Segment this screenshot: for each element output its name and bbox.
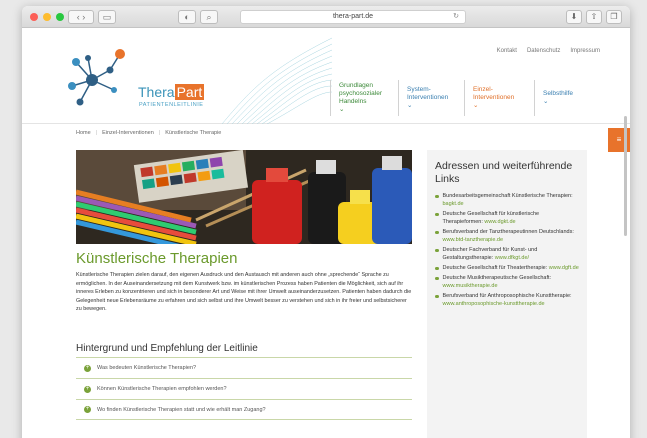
org-link[interactable]: www.musiktherapie.de (443, 283, 498, 289)
nav-item-grundlagen[interactable]: Grundlagen psychosozialer Handelns ⌄ (330, 80, 398, 116)
search-icon[interactable]: ⌕ (200, 10, 218, 24)
org-link[interactable]: www.dfkgt.de/ (495, 255, 529, 261)
minimize-window-button[interactable] (43, 13, 51, 21)
meta-link-impressum[interactable]: Impressum (570, 48, 600, 54)
nav-item-einzel-interventionen[interactable]: Einzel-Interventionen ⌄ (464, 80, 534, 116)
share-icon[interactable]: ⇧ (586, 10, 602, 24)
section-heading: Hintergrund und Empfehlung der Leitlinie (76, 343, 258, 354)
site-header: Thera Part PATIENTENLEITLINIE Kontakt Dat… (22, 28, 630, 124)
page-title: Künstlerische Therapien (76, 250, 238, 267)
bullet-icon (435, 294, 439, 298)
art-supplies-image (76, 150, 412, 244)
list-item: Bundesarbeitsgemeinschaft Künstlerische … (435, 192, 579, 208)
brand-name[interactable]: Thera Part (138, 84, 205, 100)
breadcrumb-separator: | (158, 130, 161, 136)
bullet-icon (435, 276, 439, 280)
shield-icon[interactable]: ◐ (178, 10, 196, 24)
page-scrollbar[interactable] (624, 116, 627, 236)
back-forward-button[interactable]: ‹ › (68, 10, 94, 24)
breadcrumb-current: Künstlerische Therapie (165, 130, 222, 136)
org-name: Bundesarbeitsgemeinschaft Künstlerische … (442, 193, 573, 199)
chevron-down-icon: ⌄ (407, 102, 413, 109)
faq-item[interactable]: + Wo finden Künstlerische Therapien stat… (76, 399, 412, 420)
zoom-window-button[interactable] (56, 13, 64, 21)
window-controls (30, 13, 64, 21)
bullet-icon (435, 194, 439, 198)
sidebar-toggle-icon[interactable]: ▭ (98, 10, 116, 24)
chevron-down-icon: ⌄ (543, 98, 549, 105)
org-link[interactable]: www.anthroposophische-kunsttherapie.de (443, 301, 545, 307)
breadcrumb-separator: | (95, 130, 98, 136)
breadcrumb-home[interactable]: Home (76, 130, 91, 136)
org-name: Berufsverband der Tanztherapeutinnen Deu… (442, 229, 574, 235)
list-item: Deutsche Gesellschaft für Theatertherapi… (435, 264, 579, 272)
bullet-icon (435, 212, 439, 216)
expand-icon: + (84, 385, 91, 393)
brand-prefix: Thera (138, 84, 175, 100)
breadcrumb: Home | Einzel-Interventionen | Künstleri… (76, 130, 221, 136)
browser-toolbar: ‹ › ▭ ◐ ⌕ thera-part.de ↻ ⬇ ⇧ ❐ (22, 6, 630, 28)
close-window-button[interactable] (30, 13, 38, 21)
org-link[interactable]: www.dgkt.de (484, 219, 515, 225)
list-item: Berufsverband der Tanztherapeutinnen Deu… (435, 228, 579, 244)
faq-item[interactable]: + Was bedeuten Künstlerische Therapien? (76, 357, 412, 378)
org-link[interactable]: bagkt.de (443, 201, 464, 207)
nav-label: Einzel-Interventionen (473, 86, 515, 101)
meta-navigation: Kontakt Datenschutz Impressum (497, 48, 600, 54)
bullet-icon (435, 230, 439, 234)
bullet-icon (435, 266, 439, 270)
intro-paragraph: Künstlerische Therapien zielen darauf, d… (76, 272, 412, 312)
main-navigation: Grundlagen psychosozialer Handelns ⌄ Syst… (330, 80, 594, 116)
nav-item-selbsthilfe[interactable]: Selbsthilfe ⌄ (534, 80, 594, 116)
decorative-waves (222, 37, 332, 124)
nav-label: Grundlagen psychosozialer Handelns (339, 82, 382, 105)
nav-item-system-interventionen[interactable]: System-Interventionen ⌄ (398, 80, 464, 116)
tabs-icon[interactable]: ❐ (606, 10, 622, 24)
breadcrumb-einzel-interventionen[interactable]: Einzel-Interventionen (102, 130, 154, 136)
expand-icon: + (84, 406, 91, 413)
meta-link-datenschutz[interactable]: Datenschutz (527, 48, 560, 54)
nav-label: Selbsthilfe (543, 90, 573, 97)
url-text: thera-part.de (332, 13, 374, 20)
org-link[interactable]: www.btd-tanztherapie.de (443, 237, 504, 243)
faq-item[interactable]: + Können Künstlerische Therapien empfohl… (76, 378, 412, 399)
nav-label: System-Interventionen (407, 86, 449, 101)
brand-tagline: PATIENTENLEITLINIE (139, 102, 204, 108)
links-sidebar: Adressen und weiterführende Links Bundes… (427, 150, 587, 438)
faq-accordion: + Was bedeuten Künstlerische Therapien? … (76, 357, 412, 420)
expand-icon: + (84, 364, 91, 372)
bullet-icon (435, 248, 439, 252)
org-name: Deutsche Musiktherapeutische Gesellschaf… (442, 275, 552, 281)
brand-suffix: Part (174, 84, 205, 100)
list-item: Deutscher Fachverband für Kunst- und Ges… (435, 246, 579, 262)
sidebar-title: Adressen und weiterführende Links (435, 160, 573, 185)
browser-window: ‹ › ▭ ◐ ⌕ thera-part.de ↻ ⬇ ⇧ ❐ Thera Pa… (22, 6, 630, 438)
list-item: Deutsche Musiktherapeutische Gesellschaf… (435, 274, 579, 290)
list-item: Deutsche Gesellschaft für künstlerische … (435, 210, 579, 226)
org-name: Deutsche Gesellschaft für Theatertherapi… (442, 265, 548, 271)
meta-link-kontakt[interactable]: Kontakt (497, 48, 517, 54)
list-item: Berufsverband für Anthroposophische Kuns… (435, 292, 579, 308)
faq-question: Was bedeuten Künstlerische Therapien? (97, 365, 197, 371)
chevron-down-icon: ⌄ (339, 106, 345, 113)
address-bar[interactable]: thera-part.de ↻ (240, 10, 466, 24)
download-icon[interactable]: ⬇ (566, 10, 582, 24)
reload-icon[interactable]: ↻ (453, 11, 459, 23)
browser-actions: ⬇ ⇧ ❐ (566, 10, 622, 24)
org-link[interactable]: www.dgft.de (549, 265, 579, 271)
links-list: Bundesarbeitsgemeinschaft Künstlerische … (435, 192, 579, 308)
chevron-down-icon: ⌄ (473, 102, 479, 109)
faq-question: Wo finden Künstlerische Therapien statt … (97, 406, 266, 413)
org-name: Berufsverband für Anthroposophische Kuns… (442, 293, 572, 299)
faq-question: Können Künstlerische Therapien empfohlen… (97, 386, 227, 392)
